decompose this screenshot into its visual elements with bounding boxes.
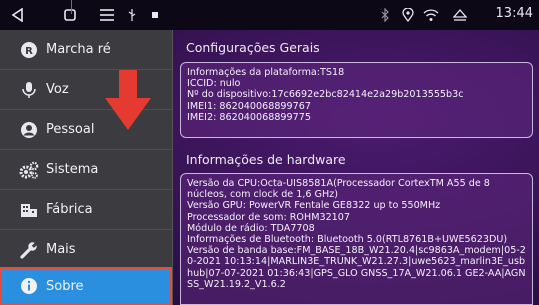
sidebar: R Marcha ré Voz Pessoal Sistema Fábrica … xyxy=(0,30,173,305)
general-settings-title: Configurações Gerais xyxy=(186,40,320,55)
sidebar-item-label: Pessoal xyxy=(46,122,95,137)
sidebar-item-label: Marcha ré xyxy=(46,42,111,57)
annotation-line xyxy=(71,0,72,14)
wifi-icon xyxy=(421,5,441,25)
bluetooth-info: Informações de Bluetooth: Bluetooth 5.0(… xyxy=(187,234,508,246)
location-icon xyxy=(401,5,415,25)
iccid-info: ICCID: nulo xyxy=(187,78,241,90)
square-icon xyxy=(150,5,160,25)
menu-icon[interactable] xyxy=(96,5,118,25)
down-arrow-annotation xyxy=(105,70,151,130)
reverse-icon: R xyxy=(18,39,40,61)
person-icon xyxy=(18,119,40,141)
general-settings-panel: Informações da plataforma:TS18 ICCID: nu… xyxy=(180,62,533,138)
hardware-info-title: Informações de hardware xyxy=(186,152,346,167)
clock: 13:44 xyxy=(495,6,533,21)
usb-icon xyxy=(125,5,139,25)
svg-text:R: R xyxy=(25,46,33,57)
sidebar-item-fabrica[interactable]: Fábrica xyxy=(0,190,172,230)
factory-icon xyxy=(18,199,40,221)
microphone-icon xyxy=(18,79,40,101)
sidebar-item-label: Sistema xyxy=(46,162,99,177)
home-icon[interactable] xyxy=(60,5,80,25)
sidebar-item-marcha-re[interactable]: R Marcha ré xyxy=(0,30,172,70)
gpu-version: Versão GPU: PowerVR Fentale GE8322 up to… xyxy=(187,200,441,212)
back-icon[interactable] xyxy=(8,5,28,25)
sidebar-item-sobre[interactable]: Sobre xyxy=(0,267,172,305)
sidebar-item-label: Fábrica xyxy=(46,202,93,217)
platform-info: Informações da plataforma:TS18 xyxy=(187,67,345,78)
imei2-info: IMEI2: 862040068899775 xyxy=(187,111,311,123)
sound-processor: Processador de som: ROHM32107 xyxy=(187,211,350,223)
sidebar-item-label: Sobre xyxy=(46,278,84,294)
imei1-info: IMEI1: 862040068899767 xyxy=(187,100,311,112)
radio-module: Módulo de rádio: TDA7708 xyxy=(187,222,315,234)
gears-icon xyxy=(18,159,40,181)
cpu-version: Versão da CPU:Octa-UIS8581A(Processador … xyxy=(187,178,490,201)
bluetooth-icon xyxy=(378,5,392,25)
sidebar-item-mais[interactable]: Mais xyxy=(0,230,172,270)
wrench-icon xyxy=(18,239,40,261)
baseband-version: Versão de banda base:FM_BASE_18B_W21.20.… xyxy=(187,245,526,290)
hardware-info-panel: Versão da CPU:Octa-UIS8581A(Processador … xyxy=(180,173,533,305)
sidebar-item-sistema[interactable]: Sistema xyxy=(0,150,172,190)
sidebar-item-label: Mais xyxy=(46,242,76,257)
sidebar-item-label: Voz xyxy=(46,82,69,97)
device-number: Nº do dispositivo:17c6692e2bc82414e2a29b… xyxy=(187,89,464,101)
status-bar: 13:44 xyxy=(0,0,539,30)
info-icon xyxy=(18,275,40,297)
eject-icon xyxy=(450,5,470,25)
